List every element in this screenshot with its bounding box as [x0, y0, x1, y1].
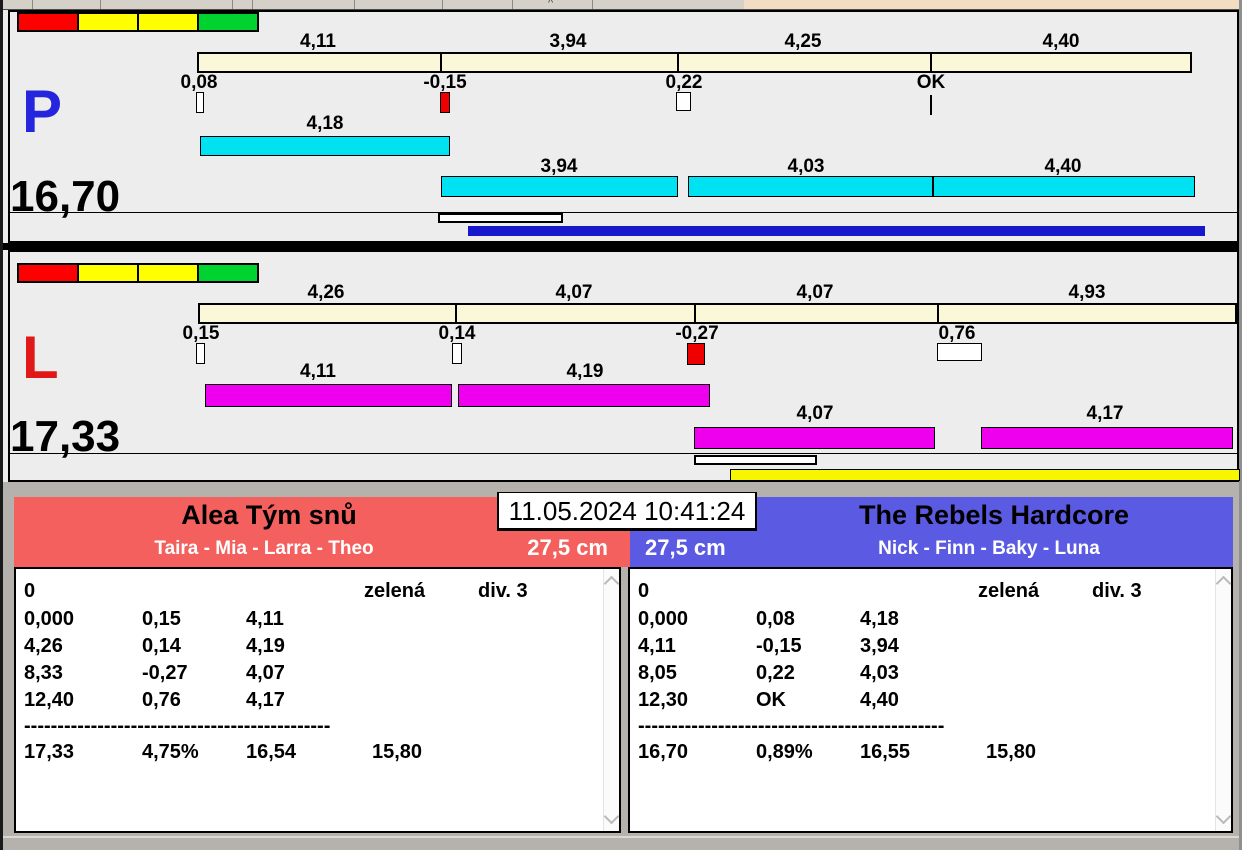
- team-b-distance: 27,5 cm: [645, 535, 726, 560]
- sheet-content: 0 zelená div. 3 0,000 0,15 4,11 4,26 0,14 4,19 8,…: [16, 569, 602, 831]
- sheet-cell: div. 3: [478, 580, 528, 602]
- sheet-cell: 4,11: [638, 635, 676, 657]
- sheet-cell: 0,08: [756, 608, 795, 630]
- sheet-content: 0 zelená div. 3 0,000 0,08 4,18 4,11 -0,15 3,94 8…: [630, 569, 1214, 831]
- tab-divider: [232, 0, 233, 9]
- sheet-cell: 12,30: [638, 689, 689, 711]
- sheet-cell: 4,75%: [142, 741, 199, 763]
- sheet-cell: zelená: [364, 580, 426, 602]
- sheet-cell: -0,27: [142, 662, 188, 684]
- tab-divider: [252, 0, 253, 9]
- sheet-cell: 4,03: [860, 662, 899, 684]
- window-top-strip: ^: [0, 0, 1242, 10]
- bottom-band-highlight: [0, 836, 1242, 838]
- sheet-cell: 15,80: [372, 741, 423, 763]
- sheet-cell: 4,07: [246, 662, 285, 684]
- sheet-cell: 16,55: [860, 741, 911, 763]
- sheet-cell: 4,17: [246, 689, 285, 711]
- sheet-cell: ----------------------------------------…: [24, 715, 331, 737]
- timestamp-box: 11.05.2024 10:41:24: [497, 492, 757, 531]
- sheet-cell: OK: [756, 689, 786, 711]
- panel-bottom-L: [8, 250, 1239, 482]
- team-a-name: Alea Tým snů: [181, 500, 357, 530]
- scroll-down-icon[interactable]: [1215, 808, 1232, 825]
- team-a-players: Taira - Mia - Larra - Theo: [154, 538, 374, 559]
- sheet-cell: 0,14: [142, 635, 181, 657]
- scrollbar[interactable]: [603, 569, 620, 831]
- team-b-players: Nick - Finn - Baky - Luna: [878, 538, 1100, 559]
- team-b-sheet[interactable]: 0 zelená div. 3 0,000 0,08 4,18 4,11 -0,15 3,94 8…: [628, 567, 1233, 833]
- sheet-cell: 0,22: [756, 662, 795, 684]
- tab-divider: [100, 0, 101, 9]
- sheet-cell: ----------------------------------------…: [638, 715, 945, 737]
- sheet-cell: 16,70: [638, 741, 689, 763]
- sheet-cell: 0,76: [142, 689, 181, 711]
- sheet-cell: div. 3: [1092, 580, 1142, 602]
- team-a-sheet[interactable]: 0 zelená div. 3 0,000 0,15 4,11 4,26 0,14 4,19 8,…: [14, 567, 621, 833]
- team-a-distance: 27,5 cm: [527, 535, 608, 560]
- sheet-cell: 4,40: [860, 689, 899, 711]
- scroll-up-icon[interactable]: [1215, 575, 1232, 592]
- window-left-border: [0, 0, 3, 850]
- scroll-up-icon[interactable]: [603, 575, 620, 592]
- sheet-cell: 16,54: [246, 741, 297, 763]
- sheet-cell: 0: [24, 580, 36, 602]
- panel-divider: [0, 243, 1242, 250]
- tab-divider: [442, 0, 443, 9]
- tab-divider: [592, 0, 593, 9]
- sheet-cell: 0,89%: [756, 741, 813, 763]
- sheet-cell: 4,18: [860, 608, 899, 630]
- sheet-cell: 3,94: [860, 635, 899, 657]
- sheet-cell: -0,15: [756, 635, 802, 657]
- window-top-right-area: [744, 0, 1242, 9]
- tab-divider: [32, 0, 33, 9]
- sheet-cell: 0,000: [24, 608, 75, 630]
- sheet-cell: 4,11: [246, 608, 284, 630]
- sheet-cell: 4,26: [24, 635, 63, 657]
- app-window: ^ Alea Tým snů Taira - Mia - Larra - The…: [0, 0, 1242, 850]
- sheet-cell: 15,80: [986, 741, 1037, 763]
- team-b-name: The Rebels Hardcore: [858, 500, 1130, 530]
- sheet-cell: 0,000: [638, 608, 689, 630]
- scrollbar[interactable]: [1215, 569, 1232, 831]
- scroll-down-icon[interactable]: [603, 808, 620, 825]
- sheet-cell: 17,33: [24, 741, 75, 763]
- sheet-cell: 8,05: [638, 662, 677, 684]
- caret-icon: ^: [548, 0, 554, 9]
- tab-divider: [512, 0, 513, 9]
- panel-top-P: [8, 10, 1239, 243]
- sheet-cell: 0: [638, 580, 650, 602]
- sheet-cell: 12,40: [24, 689, 75, 711]
- sheet-cell: 8,33: [24, 662, 63, 684]
- sheet-cell: 0,15: [142, 608, 181, 630]
- sheet-cell: zelená: [978, 580, 1040, 602]
- tab-divider: [354, 0, 355, 9]
- timestamp: 11.05.2024 10:41:24: [508, 496, 746, 526]
- sheet-cell: 4,19: [246, 635, 285, 657]
